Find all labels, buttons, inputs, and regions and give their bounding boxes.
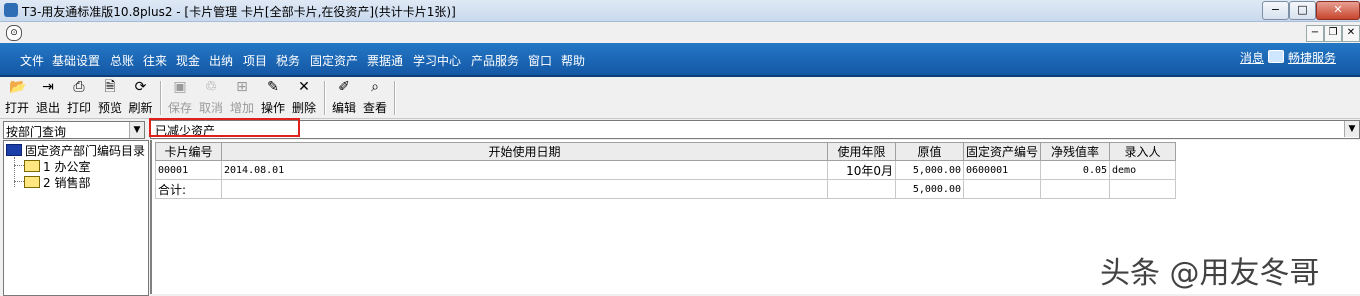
view-button[interactable]: ⌕ 查看 [361,79,389,116]
window-close-button[interactable]: ✕ [1316,1,1360,20]
tree-connector [14,165,24,166]
view-icon: ⌕ [371,79,379,95]
table-total-row: 合计: 5,000.00 [155,179,1177,199]
menu-bar: 文件 基础设置 总账 往来 现金 出纳 项目 税务 固定资产 票据通 学习中心 … [0,43,1360,77]
column-header-asset-no[interactable]: 固定资产编号 [962,142,1042,161]
cell-salvage-rate[interactable]: 0.05 [1040,160,1111,180]
menu-cashier[interactable]: 出纳 [209,52,233,69]
dept-tree: 固定资产部门编码目录 1 办公室 2 销售部 [3,140,149,296]
preview-button[interactable]: 🗎 预览 [96,79,124,116]
tree-root[interactable]: 固定资产部门编码目录 [6,142,145,159]
cancel-button[interactable]: ♲ 取消 [197,79,225,116]
toolbar-separator [324,81,326,115]
mdi-restore-button[interactable]: ❐ [1324,25,1342,42]
menu-help[interactable]: 帮助 [561,52,585,69]
menu-basic-setup[interactable]: 基础设置 [52,52,100,69]
save-button[interactable]: ▣ 保存 [166,79,194,116]
title-bar: T3-用友通标准版10.8plus2 - [卡片管理 卡片[全部卡片,在役资产]… [0,0,1360,22]
cell-entered-by[interactable]: demo [1109,160,1177,180]
exit-icon: ⇥ [42,79,54,95]
tree-connector [14,157,15,187]
menu-project[interactable]: 项目 [243,52,267,69]
window-title: T3-用友通标准版10.8plus2 - [卡片管理 卡片[全部卡片,在役资产]… [22,5,456,19]
menu-file[interactable]: 文件 [20,52,44,69]
open-folder-icon: 📂 [9,79,27,95]
menu-tax[interactable]: 税务 [276,52,300,69]
window-minimize-button[interactable]: − [1262,1,1289,20]
delete-icon: ✕ [298,79,310,95]
column-header-entered-by[interactable]: 录入人 [1109,142,1177,161]
window-maximize-button[interactable]: □ [1289,1,1316,20]
quick-service-link[interactable]: 畅捷服务 [1288,49,1336,66]
message-icon[interactable] [1268,50,1284,63]
column-header-useful-life[interactable]: 使用年限 [827,142,896,161]
preview-icon: 🗎 [104,79,116,95]
add-icon: ⊞ [236,79,248,95]
chevron-down-icon[interactable]: ▼ [1344,121,1359,137]
column-header-original-value[interactable]: 原值 [895,142,964,161]
total-label: 合计: [155,179,222,199]
delete-button[interactable]: ✕ 删除 [290,79,318,116]
column-header-card-no[interactable]: 卡片编号 [155,142,222,161]
tree-node-sales[interactable]: 2 销售部 [24,174,90,191]
menu-ledger[interactable]: 总账 [110,52,134,69]
tree-connector [14,181,24,182]
card-table: 卡片编号 开始使用日期 使用年限 原值 固定资产编号 净残值率 录入人 0000… [155,142,1177,199]
menu-ar-ap[interactable]: 往来 [143,52,167,69]
save-icon: ▣ [173,79,187,95]
document-icon[interactable]: ⊙ [6,25,22,41]
cell-useful-life[interactable]: 10年0月 [827,160,896,180]
watermark: 头条 @用友冬哥 [1100,256,1320,291]
tree-node-office[interactable]: 1 办公室 [24,158,90,175]
mdi-close-button[interactable]: ✕ [1342,25,1360,42]
total-original-value: 5,000.00 [895,179,964,199]
total-empty-cell [1109,179,1177,199]
menu-window[interactable]: 窗口 [528,52,552,69]
total-empty-cell [962,179,1042,199]
add-button[interactable]: ⊞ 增加 [228,79,256,116]
dept-query-value: 按部门查询 [6,125,67,139]
total-empty-cell [221,179,828,199]
total-empty-cell [827,179,896,199]
toolbar-separator [160,81,162,115]
cell-asset-no[interactable]: 0600001 [962,160,1042,180]
cancel-icon: ♲ [204,79,218,95]
exit-button[interactable]: ⇥ 退出 [34,79,62,116]
operation-button[interactable]: ✎ 操作 [259,79,287,116]
menu-fixed-assets[interactable]: 固定资产 [310,52,358,69]
column-header-salvage-rate[interactable]: 净残值率 [1040,142,1111,161]
mdi-minimize-button[interactable]: − [1306,25,1324,42]
open-button[interactable]: 📂 打开 [4,79,30,116]
dept-query-select[interactable]: 按部门查询 ▼ [3,121,145,139]
asset-status-value: 已减少资产 [155,124,216,138]
total-empty-cell [1040,179,1111,199]
refresh-icon: ⟳ [134,79,147,95]
mdi-control-row: ⊙ − ❐ ✕ [0,22,1360,43]
folder-icon [6,144,22,156]
table-header-row: 卡片编号 开始使用日期 使用年限 原值 固定资产编号 净残值率 录入人 [155,142,1177,161]
menu-products[interactable]: 产品服务 [471,52,519,69]
menu-cash[interactable]: 现金 [176,52,200,69]
print-button[interactable]: ⎙ 打印 [66,79,92,116]
cell-original-value[interactable]: 5,000.00 [895,160,964,180]
refresh-button[interactable]: ⟳ 刷新 [127,79,154,116]
folder-icon [24,160,40,172]
folder-icon [24,176,40,188]
edit-button[interactable]: ✐ 编辑 [330,79,358,116]
operation-icon: ✎ [267,79,279,95]
menu-learning[interactable]: 学习中心 [413,52,461,69]
chevron-down-icon[interactable]: ▼ [129,122,144,138]
message-link[interactable]: 消息 [1240,49,1264,66]
printer-icon: ⎙ [73,79,85,95]
column-header-start-date[interactable]: 开始使用日期 [221,142,828,161]
menu-bill[interactable]: 票据通 [367,52,403,69]
toolbar-separator [394,81,396,115]
app-icon [4,3,18,17]
cell-start-date[interactable]: 2014.08.01 [221,160,828,180]
edit-icon: ✐ [338,79,350,95]
cell-card-no[interactable]: 00001 [155,160,222,180]
asset-status-select[interactable]: 已减少资产 ▼ [150,120,1360,139]
table-row[interactable]: 00001 2014.08.01 10年0月 5,000.00 0600001 … [155,160,1177,180]
toolbar: 📂 打开 ⇥ 退出 ⎙ 打印 🗎 预览 ⟳ 刷新 ▣ 保存 ♲ 取消 ⊞ 增加 … [0,77,1360,119]
